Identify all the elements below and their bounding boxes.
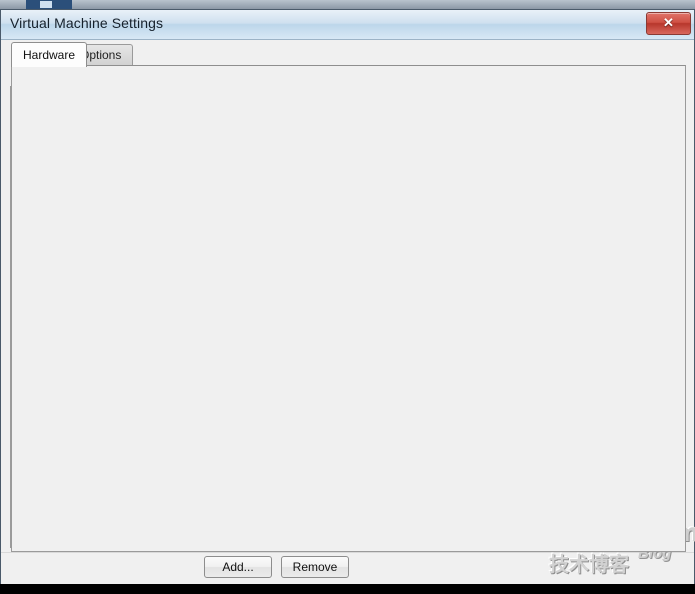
add-button[interactable]: Add... <box>204 556 272 578</box>
tab-hardware[interactable]: Hardware <box>11 42 88 67</box>
virtual-machine-settings-window: Virtual Machine Settings ✕ Hardware Opti… <box>0 9 695 584</box>
remove-button[interactable]: Remove <box>281 556 349 578</box>
close-button[interactable]: ✕ <box>646 12 691 35</box>
title-bar: Virtual Machine Settings ✕ <box>1 10 694 40</box>
background-window-buttons <box>26 0 72 9</box>
dialog-body: Hardware Options Device Summary Memory 5… <box>1 40 694 584</box>
hardware-tab-page <box>11 65 686 552</box>
screenshot-root: Virtual Machine Settings ✕ Hardware Opti… <box>0 0 695 594</box>
background-window-strip <box>0 0 695 9</box>
footer-divider <box>1 552 694 553</box>
close-icon: ✕ <box>663 15 674 30</box>
window-title: Virtual Machine Settings <box>10 15 164 31</box>
